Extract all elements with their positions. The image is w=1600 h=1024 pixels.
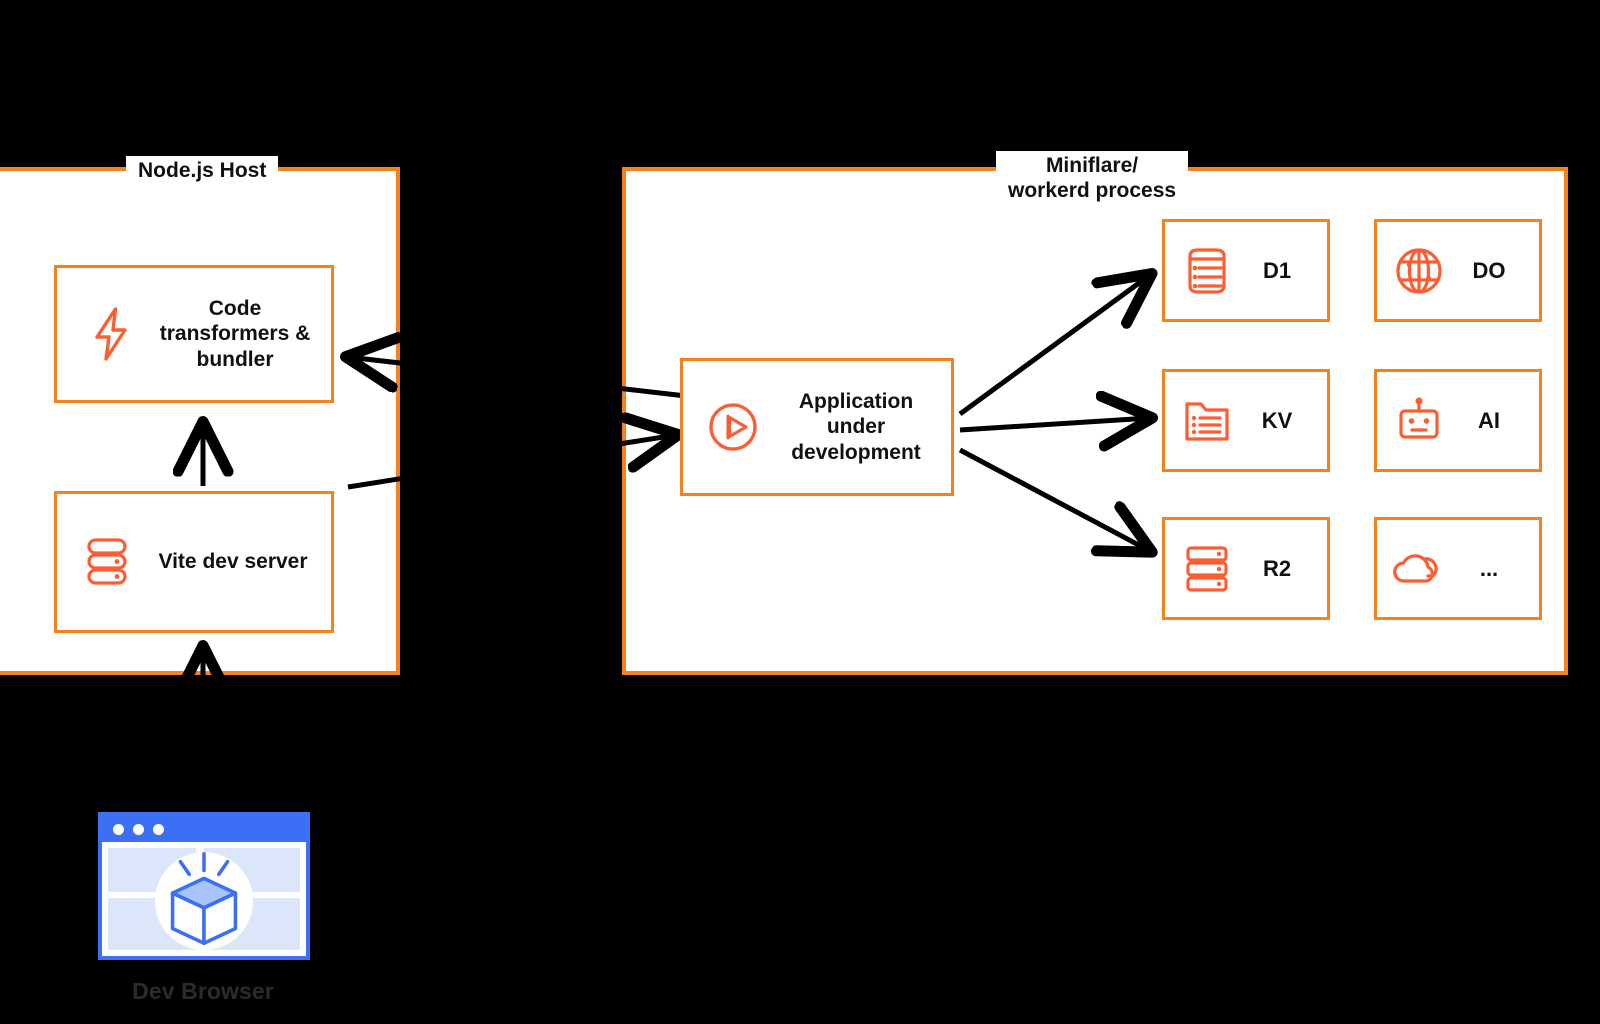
node-host-panel-title: Node.js Host (126, 156, 279, 187)
dev-browser-caption: Dev Browser (132, 978, 274, 1004)
process-gap-mask (404, 0, 618, 1024)
binding-tile-ai[interactable]: AI (1374, 369, 1542, 472)
binding-tile-d1[interactable]: D1 (1162, 219, 1330, 322)
binding-tile-do[interactable]: DO (1374, 219, 1542, 322)
binding-tile-do-label: DO (1472, 257, 1506, 283)
binding-tile-more-label: ... (1479, 555, 1499, 581)
lightning-bolt-icon (73, 307, 149, 361)
binding-tile-ai-label: AI (1478, 407, 1500, 433)
cloud-icon (1377, 548, 1461, 590)
server-rack-icon (1165, 543, 1249, 595)
robot-head-icon (1377, 396, 1461, 446)
miniflare-workerd-panel-title: Miniflare/ workerd process (996, 151, 1189, 207)
folder-list-icon (1165, 398, 1249, 444)
binding-tile-d1-label: D1 (1262, 257, 1292, 283)
application-under-development-box[interactable]: Application under development (680, 358, 954, 496)
binding-tile-r2[interactable]: R2 (1162, 517, 1330, 620)
vite-dev-server-box[interactable]: Vite dev server (54, 491, 334, 633)
browser-titlebar (102, 816, 306, 842)
application-under-development-label: Application under development (791, 390, 921, 464)
vite-dev-server-label: Vite dev server (158, 550, 308, 574)
play-circle-icon (695, 399, 771, 455)
binding-tile-kv-label: KV (1261, 407, 1293, 433)
database-rows-icon (1165, 245, 1249, 297)
globe-icon (1377, 245, 1461, 297)
binding-tile-r2-label: R2 (1262, 555, 1292, 581)
browser-dot-1 (113, 823, 124, 835)
binding-tile-more[interactable]: ... (1374, 517, 1542, 620)
database-stack-icon (71, 536, 143, 588)
dev-browser-window[interactable] (98, 812, 310, 960)
code-transformers-box[interactable]: Code transformers & bundler (54, 265, 334, 403)
cube-icon (170, 852, 238, 945)
browser-viewport (102, 842, 306, 956)
binding-tile-kv[interactable]: KV (1162, 369, 1330, 472)
code-transformers-label: Code transformers & bundler (159, 297, 311, 371)
diagram-stage: Process / RPC boundary Dev Browser Node.… (0, 0, 1600, 1024)
browser-dot-2 (133, 823, 144, 835)
browser-dot-3 (153, 823, 164, 835)
